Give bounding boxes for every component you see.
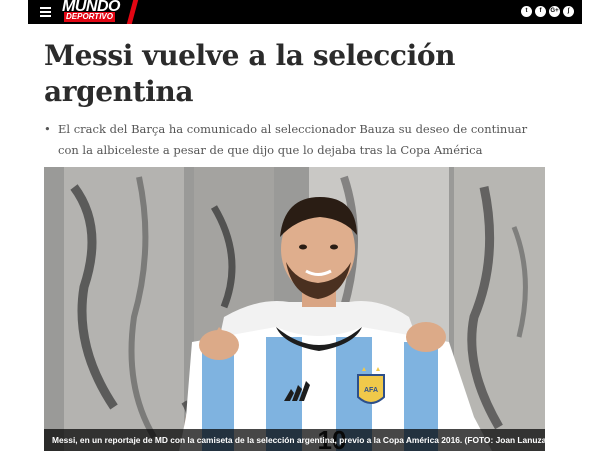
afa-badge-text: AFA [364, 387, 378, 394]
twitter-icon[interactable]: t [521, 6, 532, 17]
rss-icon[interactable]: ʃ [563, 6, 574, 17]
player-eye [299, 244, 307, 250]
social-links: t f G+ ʃ [521, 6, 574, 17]
photo-caption: Messi, en un reportaje de MD con la cami… [52, 435, 545, 445]
site-logo[interactable]: MUNDO DEPORTIVO [60, 0, 139, 24]
hamburger-menu-icon[interactable] [40, 7, 51, 17]
top-nav-bar: MUNDO DEPORTIVO t f G+ ʃ [28, 0, 582, 24]
photo-caption-bar: Messi, en un reportaje de MD con la cami… [44, 429, 545, 451]
summary-item: • El crack del Barça ha comunicado al se… [44, 119, 544, 161]
article-photo[interactable]: AFA 10 Messi, en un reportaje de MD con … [44, 167, 545, 451]
summary-text: El crack del Barça ha comunicado al sele… [58, 122, 528, 157]
facebook-icon[interactable]: f [535, 6, 546, 17]
player-hand-right [406, 322, 446, 352]
photo-illustration: AFA 10 [44, 167, 545, 451]
logo-red-slash [126, 0, 139, 24]
logo-text-bottom: DEPORTIVO [64, 12, 115, 22]
google-plus-icon[interactable]: G+ [549, 6, 560, 17]
player-hand-left [199, 330, 239, 360]
article-summary-list: • El crack del Barça ha comunicado al se… [44, 119, 544, 161]
bullet-icon: • [44, 122, 51, 136]
player-eye [330, 244, 338, 250]
article-title: Messi vuelve a la selección argentina [44, 39, 456, 108]
